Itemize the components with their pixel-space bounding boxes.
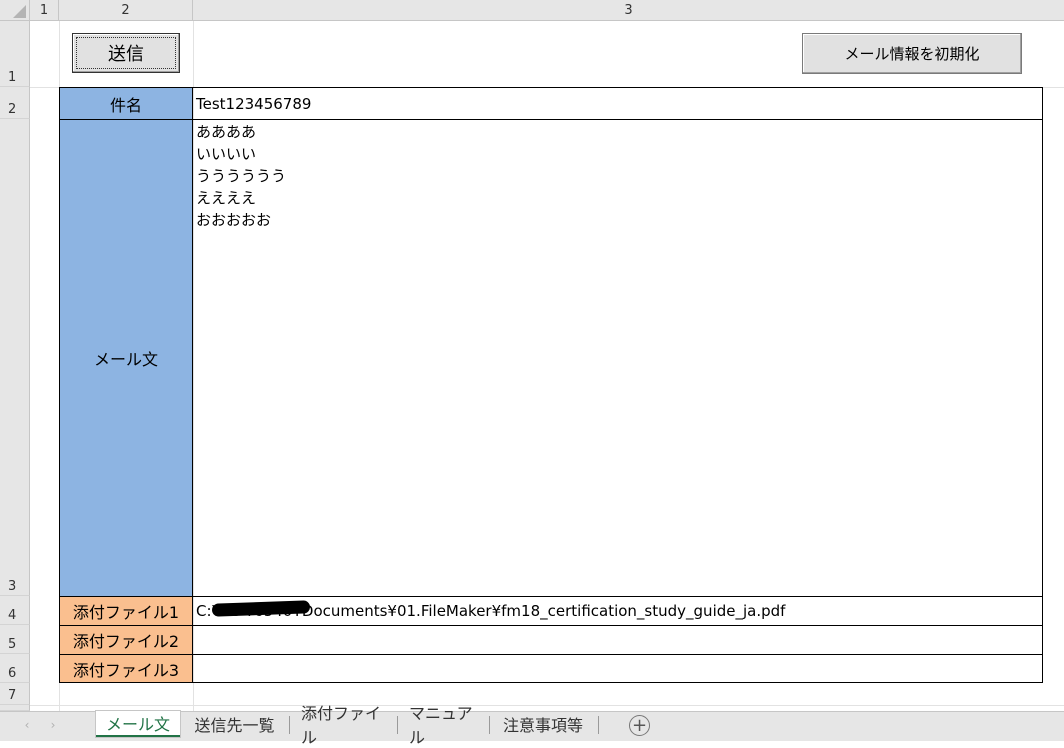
- reset-mail-info-button[interactable]: メール情報を初期化: [802, 33, 1022, 74]
- column-header-2[interactable]: 2: [59, 0, 193, 21]
- body-cell[interactable]: ああああ いいいい うううううう ええええ おおおおお: [192, 119, 1043, 597]
- select-all-icon: [13, 5, 26, 18]
- sheet-tab-manual[interactable]: マニュアル: [399, 704, 487, 747]
- row-header-6[interactable]: 6: [0, 654, 30, 683]
- column-header-3[interactable]: 3: [193, 0, 1064, 21]
- row-header-1[interactable]: 1: [0, 21, 30, 87]
- attachment1-cell[interactable]: C:¥Us ¥6540¥Documents¥01.FileMaker¥fm18_…: [192, 596, 1043, 626]
- row-header-4[interactable]: 4: [0, 596, 30, 625]
- next-sheet-icon[interactable]: ›: [46, 716, 60, 734]
- add-sheet-icon[interactable]: +: [629, 715, 650, 736]
- row-header-3[interactable]: 3: [0, 119, 30, 596]
- row-header-5[interactable]: 5: [0, 625, 30, 654]
- attachment2-label: 添付ファイル2: [59, 625, 193, 655]
- attachment2-cell[interactable]: [192, 625, 1043, 655]
- sheet-tab-attachments[interactable]: 添付ファイル: [291, 704, 395, 747]
- prev-sheet-icon[interactable]: ‹: [20, 716, 34, 734]
- column-header-1[interactable]: 1: [30, 0, 59, 21]
- tab-separator: [489, 716, 490, 734]
- row-header-7[interactable]: 7: [0, 683, 30, 705]
- row-header-2[interactable]: 2: [0, 87, 30, 119]
- tab-separator: [397, 716, 398, 734]
- attachment3-cell[interactable]: [192, 654, 1043, 683]
- sheet-tab-mail-body[interactable]: メール文: [96, 711, 180, 737]
- tab-separator: [289, 716, 290, 734]
- sheet-tab-recipient-list[interactable]: 送信先一覧: [182, 711, 287, 737]
- attachment1-label: 添付ファイル1: [59, 596, 193, 626]
- body-label: メール文: [59, 119, 193, 597]
- send-button[interactable]: 送信: [72, 33, 180, 73]
- subject-cell[interactable]: Test123456789: [192, 87, 1043, 120]
- subject-label: 件名: [59, 87, 193, 120]
- sheet-tab-notes[interactable]: 注意事項等: [491, 711, 595, 737]
- tab-separator: [598, 716, 599, 734]
- grid-line: [30, 705, 1064, 706]
- attachment3-label: 添付ファイル3: [59, 654, 193, 683]
